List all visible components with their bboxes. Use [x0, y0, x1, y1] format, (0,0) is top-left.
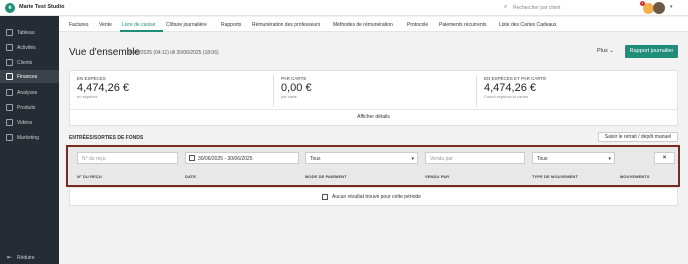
sidebar-item-marketing[interactable]: Marketing	[0, 131, 59, 144]
search-icon: ⌕	[504, 4, 508, 10]
movement-type-value: Tous	[537, 156, 548, 162]
studio-logo-icon[interactable]: e	[5, 3, 15, 13]
sidebar-item-label: Clients	[17, 60, 33, 66]
chevron-down-icon: ▾	[608, 156, 611, 162]
column-header-payment-mode[interactable]: MODE DE PAIEMENT	[305, 174, 347, 179]
show-details-link[interactable]: Afficher détails	[70, 114, 677, 120]
section-title: ENTRÉES/SORTIES DE FONDS	[69, 135, 144, 141]
tab-remuneration-professeurs[interactable]: Rémunération des professeurs	[252, 22, 320, 28]
notification-badge: 1	[640, 1, 645, 6]
tab-protocole[interactable]: Protocole	[407, 22, 428, 28]
chevron-down-icon[interactable]: ▾	[670, 4, 673, 10]
plus-dropdown[interactable]: Plus ⌄	[597, 48, 614, 54]
finances-icon	[6, 73, 13, 80]
card-value: 0,00 €	[281, 82, 312, 94]
column-header-movements[interactable]: MOUVEMENTS	[620, 174, 650, 179]
sold-by-input[interactable]: Vendu par	[425, 152, 525, 164]
top-bar: e Marie Test Studio ⌕ Rechercher par cli…	[0, 0, 688, 16]
daily-report-button[interactable]: Rapport journalier	[625, 45, 678, 58]
sidebar-item-label: Activités	[17, 45, 36, 51]
divider	[273, 75, 274, 107]
empty-state: Aucun résultat trouvé pour cette période	[69, 187, 678, 206]
close-icon[interactable]: ×	[654, 152, 675, 164]
cash-value: 4,474,26 €	[77, 82, 129, 94]
tab-livre-de-caisse[interactable]: Livre de caisse	[122, 22, 155, 28]
sidebar-item-tableau[interactable]: Tableau	[0, 26, 59, 39]
date-range-label: 30/06/2025 (04:11) till 30/06/2025 (18:0…	[127, 50, 219, 56]
empty-message: Aucun résultat trouvé pour cette période	[332, 194, 421, 200]
cash-summary: EN ESPÈCES 4,474,26 € en espèces	[77, 76, 129, 99]
tab-cloture-journaliere[interactable]: Clôture journalière	[166, 22, 207, 28]
tab-vente[interactable]: Vente	[99, 22, 112, 28]
tab-methodes-remuneration[interactable]: Méthodes de rémunération	[333, 22, 393, 28]
calendar-icon	[189, 155, 195, 161]
client-search[interactable]: ⌕ Rechercher par client	[504, 3, 624, 13]
collapse-icon: ⇤	[7, 255, 13, 261]
sidebar-item-produits[interactable]: Produits	[0, 101, 59, 114]
payment-mode-value: Tous	[310, 156, 321, 162]
total-summary: EN ESPÈCES ET PAR CARTE 4,474,26 € Cumul…	[484, 76, 546, 99]
filter-panel: N° du reçu 30/06/2025 - 30/06/2025 Tous …	[66, 145, 680, 187]
tab-factures[interactable]: Factures	[69, 22, 88, 28]
sidebar-item-clients[interactable]: Clients	[0, 56, 59, 69]
sidebar-item-label: Analyses	[17, 90, 38, 96]
calendar-icon	[322, 194, 328, 200]
plus-label: Plus	[597, 48, 608, 54]
receipt-placeholder: N° du reçu	[82, 156, 106, 162]
column-header-movement-type[interactable]: TYPE DE MOUVEMENT	[532, 174, 578, 179]
sidebar-item-label: Marketing	[17, 135, 39, 141]
sidebar-item-videos[interactable]: Vidéos	[0, 116, 59, 129]
activities-icon	[6, 44, 13, 51]
payment-mode-select[interactable]: Tous ▾	[305, 152, 418, 164]
total-sub: Cumul espèces et cartes	[484, 94, 529, 99]
column-header-date[interactable]: DATE	[185, 174, 196, 179]
sidebar-item-label: Tableau	[17, 30, 35, 36]
avatar[interactable]	[653, 2, 665, 14]
sold-by-placeholder: Vendu par	[430, 156, 453, 162]
divider	[476, 75, 477, 107]
sidebar: Tableau Activités Clients Finances Analy…	[0, 16, 59, 264]
tab-rapports[interactable]: Rapports	[221, 22, 241, 28]
tab-paiements-recurrents[interactable]: Paiements récurrents	[439, 22, 487, 28]
sidebar-item-analyses[interactable]: Analyses	[0, 86, 59, 99]
card-summary: PAR CARTE 0,00 € par carte	[281, 76, 312, 99]
movement-type-select[interactable]: Tous ▾	[532, 152, 615, 164]
dashboard-icon	[6, 29, 13, 36]
reduce-label: Réduire	[17, 255, 35, 261]
cash-sub: en espèces	[77, 94, 98, 99]
sidebar-item-label: Produits	[17, 105, 36, 111]
tab-cartes-cadeaux[interactable]: Liste des Cartes Cadeaux	[499, 22, 557, 28]
card-sub: par carte	[281, 94, 297, 99]
products-icon	[6, 104, 13, 111]
receipt-number-input[interactable]: N° du reçu	[77, 152, 178, 164]
column-header-sold-by[interactable]: VENDU PAR	[425, 174, 449, 179]
sidebar-item-label: Finances	[17, 74, 38, 80]
total-value: 4,474,26 €	[484, 82, 536, 94]
summary-card: EN ESPÈCES 4,474,26 € en espèces PAR CAR…	[69, 70, 678, 126]
sidebar-item-activites[interactable]: Activités	[0, 41, 59, 54]
sidebar-item-finances[interactable]: Finances	[0, 70, 59, 83]
column-header-receipt[interactable]: N° DU REÇU	[77, 174, 102, 179]
active-tab-indicator	[120, 30, 163, 32]
clients-icon	[6, 59, 13, 66]
chevron-down-icon: ⌄	[609, 48, 614, 54]
total-label: EN ESPÈCES ET PAR CARTE	[484, 76, 547, 81]
manual-withdrawal-button[interactable]: Saisir le retrait / dépôt manuel	[598, 132, 678, 142]
date-range-value: 30/06/2025 - 30/06/2025	[198, 156, 253, 162]
cash-label: EN ESPÈCES	[77, 76, 106, 81]
video-icon	[6, 119, 13, 126]
reduce-sidebar-button[interactable]: ⇤ Réduire	[0, 252, 59, 264]
divider	[70, 109, 677, 110]
chevron-down-icon: ▾	[411, 156, 414, 162]
date-range-picker[interactable]: 30/06/2025 - 30/06/2025	[185, 152, 299, 164]
marketing-icon	[6, 134, 13, 141]
analytics-icon	[6, 89, 13, 96]
sidebar-item-label: Vidéos	[17, 120, 33, 126]
client-search-input[interactable]: Rechercher par client	[513, 5, 561, 11]
studio-name[interactable]: Marie Test Studio	[19, 4, 64, 10]
finance-tabs: Factures Vente Livre de caisse Clôture j…	[59, 17, 688, 32]
card-label: PAR CARTE	[281, 76, 307, 81]
